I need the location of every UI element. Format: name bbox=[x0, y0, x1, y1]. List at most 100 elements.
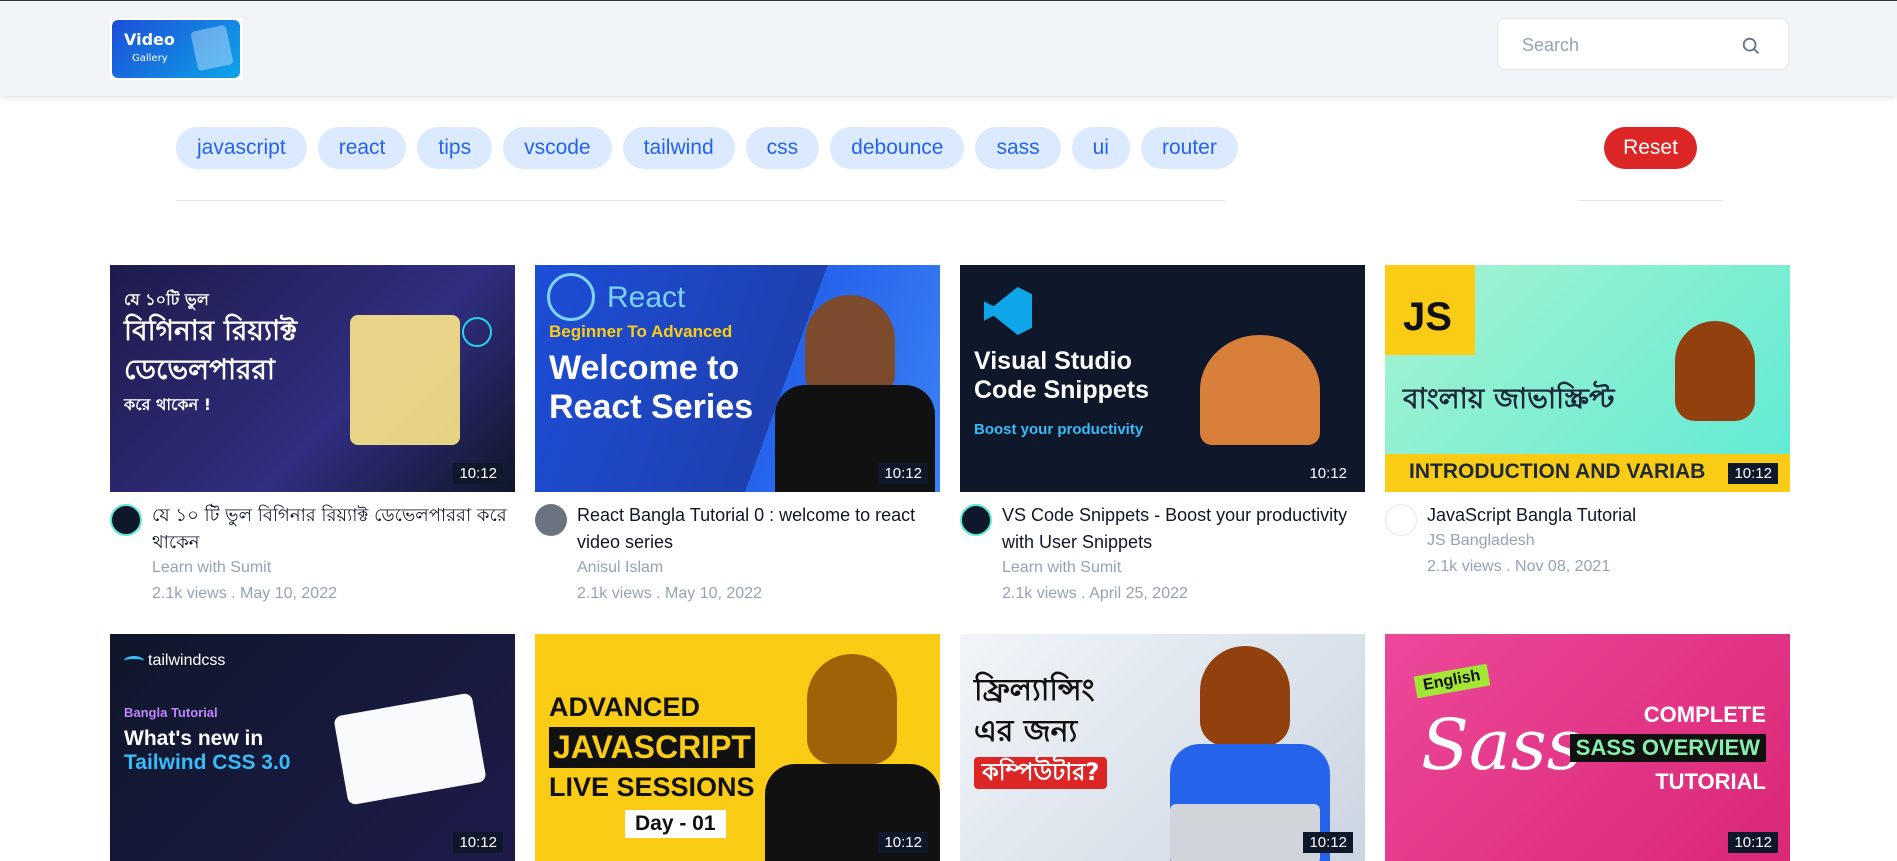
vscode-logo-icon bbox=[984, 287, 1032, 335]
reset-button[interactable]: Reset bbox=[1604, 127, 1697, 169]
thumbnail-text: ডেভেলপাররা bbox=[124, 352, 275, 386]
presenter-image bbox=[807, 654, 897, 764]
thumbnail-text: What's new in bbox=[124, 726, 264, 750]
thumbnail-text: বিগিনার রিয়্যাক্ট bbox=[124, 314, 297, 348]
tag-react[interactable]: react bbox=[317, 127, 407, 169]
thumbnail-text: এর জন্য bbox=[974, 713, 1078, 749]
thumbnail-text: React Series bbox=[549, 388, 754, 427]
channel-name[interactable]: Anisul Islam bbox=[577, 559, 663, 577]
tag-list: javascript react tips vscode tailwind cs… bbox=[176, 127, 1238, 169]
video-stats: 2.1k views . May 10, 2022 bbox=[577, 585, 762, 602]
thumbnail-text: Beginner To Advanced bbox=[549, 321, 733, 341]
search-icon[interactable] bbox=[1740, 35, 1762, 57]
video-thumbnail[interactable]: tailwindcss Bangla Tutorial What's new i… bbox=[110, 634, 515, 861]
thumbnail-text: English bbox=[1413, 663, 1491, 699]
video-card[interactable]: যে ১০টি ভুল বিগিনার রিয়্যাক্ট ডেভেলপারর… bbox=[110, 265, 515, 612]
thumbnail-text: COMPLETE bbox=[1643, 702, 1766, 727]
reset-divider bbox=[1578, 200, 1723, 201]
channel-name[interactable]: JS Bangladesh bbox=[1427, 532, 1535, 550]
video-duration: 10:12 bbox=[1728, 463, 1778, 484]
thumbnail-text: Tailwind CSS 3.0 bbox=[124, 751, 291, 775]
thumbnail-text: JAVASCRIPT bbox=[549, 727, 755, 768]
video-duration: 10:12 bbox=[1303, 832, 1353, 853]
react-logo-icon bbox=[462, 317, 492, 347]
tag-tips[interactable]: tips bbox=[417, 127, 493, 169]
thumbnail-illustration bbox=[350, 315, 460, 445]
tag-debounce[interactable]: debounce bbox=[830, 127, 965, 169]
video-thumbnail[interactable]: English Sass COMPLETE SASS OVERVIEW TUTO… bbox=[1385, 634, 1790, 861]
video-card[interactable]: Visual Studio Code Snippets Boost your p… bbox=[960, 265, 1365, 612]
thumbnail-text: করে থাকেন ! bbox=[124, 394, 212, 414]
channel-name[interactable]: Learn with Sumit bbox=[1002, 559, 1121, 577]
video-thumbnail[interactable]: Visual Studio Code Snippets Boost your p… bbox=[960, 265, 1365, 492]
video-title[interactable]: VS Code Snippets - Boost your productivi… bbox=[1002, 502, 1362, 556]
channel-avatar[interactable] bbox=[110, 504, 142, 536]
thumbnail-text: tailwindcss bbox=[148, 652, 226, 669]
logo-text-gallery: Gallery bbox=[132, 53, 168, 64]
tag-router[interactable]: router bbox=[1140, 127, 1238, 169]
tag-ui[interactable]: ui bbox=[1071, 127, 1130, 169]
video-title[interactable]: যে ১০ টি ভুল বিগিনার রিয়্যাক্ট ডেভেলপার… bbox=[152, 502, 512, 556]
thumbnail-illustration bbox=[1200, 335, 1320, 445]
video-thumbnail[interactable]: যে ১০টি ভুল বিগিনার রিয়্যাক্ট ডেভেলপারর… bbox=[110, 265, 515, 492]
thumbnail-text: ADVANCED bbox=[549, 692, 701, 722]
channel-avatar[interactable] bbox=[535, 504, 567, 536]
tag-tailwind[interactable]: tailwind bbox=[622, 127, 735, 169]
channel-name[interactable]: Learn with Sumit bbox=[152, 559, 271, 577]
thumbnail-text: SASS OVERVIEW bbox=[1569, 734, 1766, 762]
thumbnail-text: যে ১০টি ভুল bbox=[124, 290, 209, 309]
tag-sass[interactable]: sass bbox=[975, 127, 1061, 169]
video-title[interactable]: React Bangla Tutorial 0 : welcome to rea… bbox=[577, 502, 937, 556]
video-card[interactable]: React Beginner To Advanced Welcome to Re… bbox=[535, 265, 940, 612]
thumbnail-text: বাংলায় জাভাস্ক্রিপ্ট bbox=[1403, 382, 1615, 415]
video-card[interactable]: ফ্রিল্যান্সিং এর জন্য কম্পিউটার? 10:12 bbox=[960, 634, 1365, 861]
presenter-image bbox=[1675, 321, 1755, 421]
video-thumbnail[interactable]: React Beginner To Advanced Welcome to Re… bbox=[535, 265, 940, 492]
video-thumbnail[interactable]: ADVANCED JAVASCRIPT LIVE SESSIONS Day - … bbox=[535, 634, 940, 861]
video-duration: 10:12 bbox=[878, 463, 928, 484]
video-stats: 2.1k views . April 25, 2022 bbox=[1002, 585, 1188, 602]
search-input[interactable] bbox=[1522, 33, 1742, 57]
video-thumbnail[interactable]: ফ্রিল্যান্সিং এর জন্য কম্পিউটার? 10:12 bbox=[960, 634, 1365, 861]
thumbnail-text: Welcome to bbox=[549, 349, 740, 388]
logo-image: Video Gallery bbox=[112, 20, 240, 78]
video-card[interactable]: tailwindcss Bangla Tutorial What's new i… bbox=[110, 634, 515, 861]
video-title[interactable]: JavaScript Bangla Tutorial bbox=[1427, 502, 1787, 529]
search-box bbox=[1497, 18, 1789, 70]
laptop-icon bbox=[1170, 804, 1320, 861]
film-icon bbox=[190, 24, 234, 72]
thumbnail-text: Visual Studio bbox=[974, 347, 1132, 375]
thumbnail-text: ফ্রিল্যান্সিং bbox=[974, 673, 1095, 708]
thumbnail-text: Day - 01 bbox=[625, 810, 726, 838]
video-card[interactable]: English Sass COMPLETE SASS OVERVIEW TUTO… bbox=[1385, 634, 1790, 861]
video-duration: 10:12 bbox=[453, 832, 503, 853]
thumbnail-text: Boost your productivity bbox=[974, 420, 1144, 438]
video-gallery-logo[interactable]: Video Gallery bbox=[110, 18, 242, 80]
video-card[interactable]: JS বাংলায় জাভাস্ক্রিপ্ট INTRODUCTION AN… bbox=[1385, 265, 1790, 612]
tag-vscode[interactable]: vscode bbox=[503, 127, 612, 169]
react-logo-icon bbox=[547, 273, 595, 321]
video-duration: 10:12 bbox=[878, 832, 928, 853]
thumbnail-text: Code Snippets bbox=[974, 375, 1150, 404]
channel-avatar[interactable] bbox=[960, 504, 992, 536]
thumbnail-text: JS bbox=[1403, 295, 1452, 339]
video-duration: 10:12 bbox=[1728, 832, 1778, 853]
tags-divider bbox=[176, 200, 1225, 201]
video-card[interactable]: ADVANCED JAVASCRIPT LIVE SESSIONS Day - … bbox=[535, 634, 940, 861]
logo-text-video: Video bbox=[124, 30, 175, 49]
presenter-image bbox=[805, 295, 895, 395]
thumbnail-text: Bangla Tutorial bbox=[124, 705, 218, 720]
sass-logo-icon: Sass bbox=[1421, 704, 1583, 786]
presenter-image bbox=[1200, 646, 1290, 746]
top-navbar: Video Gallery bbox=[0, 0, 1897, 96]
video-stats: 2.1k views . Nov 08, 2021 bbox=[1427, 558, 1611, 575]
thumbnail-text: LIVE SESSIONS bbox=[549, 771, 755, 802]
channel-avatar[interactable] bbox=[1385, 504, 1417, 536]
video-duration: 10:12 bbox=[453, 463, 503, 484]
video-duration: 10:12 bbox=[1303, 463, 1353, 484]
video-thumbnail[interactable]: JS বাংলায় জাভাস্ক্রিপ্ট INTRODUCTION AN… bbox=[1385, 265, 1790, 492]
thumbnail-text: INTRODUCTION AND VARIAB bbox=[1409, 460, 1706, 483]
tag-javascript[interactable]: javascript bbox=[176, 127, 307, 169]
thumbnail-text: TUTORIAL bbox=[1655, 769, 1766, 794]
tag-css[interactable]: css bbox=[745, 127, 820, 169]
